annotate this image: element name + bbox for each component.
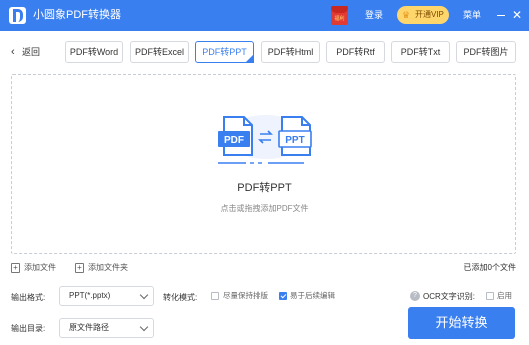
output-format-select[interactable]: PPT(*.pptx) — [59, 286, 154, 306]
pdf-to-ppt-illustration-icon: PDF PPT — [218, 115, 312, 164]
tab-pdf-to-ppt-label: PDF转PPT — [202, 47, 247, 57]
add-folder-label: 添加文件夹 — [88, 263, 128, 272]
easy-edit-label[interactable]: 易于后续编辑 — [290, 291, 335, 301]
menu-button[interactable]: 菜单 — [463, 9, 481, 21]
drop-zone-hint: 点击或拖拽添加PDF文件 — [220, 204, 309, 213]
minimize-icon[interactable] — [497, 15, 505, 16]
checkmark-icon: ✓ — [246, 55, 252, 61]
keep-layout-checkbox[interactable] — [211, 292, 219, 300]
output-dir-value: 原文件路径 — [69, 323, 109, 332]
close-icon[interactable]: ✕ — [512, 8, 522, 22]
convert-mode-label: 转化模式: — [163, 293, 198, 302]
app-logo-icon — [9, 7, 26, 24]
ppt-badge-text: PPT — [285, 135, 304, 146]
chevron-left-icon: ‹ — [11, 46, 15, 58]
output-dir-label: 输出目录: — [11, 324, 46, 333]
start-convert-button[interactable]: 开始转换 — [408, 307, 515, 339]
login-link[interactable]: 登录 — [365, 9, 383, 21]
pdf-badge-text: PDF — [224, 135, 244, 146]
output-dir-select[interactable]: 原文件路径 — [59, 318, 154, 338]
tab-pdf-to-word[interactable]: PDF转Word — [65, 41, 123, 63]
welfare-label: 福利 — [334, 16, 345, 22]
crown-icon: ♛ — [402, 10, 411, 20]
tab-pdf-to-excel[interactable]: PDF转Excel — [130, 41, 189, 63]
file-drop-zone[interactable]: PDF PPT PDF转PPT 点击或拖拽添加PDF文件 — [11, 74, 516, 254]
tab-pdf-to-rtf[interactable]: PDF转Rtf — [326, 41, 385, 63]
output-format-value: PPT(*.pptx) — [69, 291, 111, 300]
drop-zone-title: PDF转PPT — [237, 182, 292, 194]
easy-edit-checkbox[interactable] — [279, 292, 287, 300]
ocr-label: OCR文字识别: — [423, 292, 475, 301]
tab-pdf-to-ppt[interactable]: PDF转PPT ✓ — [195, 41, 254, 63]
open-vip-label: 开通VIP — [415, 10, 444, 19]
keep-layout-label[interactable]: 尽量保持排版 — [223, 291, 268, 301]
help-icon[interactable]: ? — [410, 291, 420, 301]
tab-pdf-to-txt[interactable]: PDF转Txt — [391, 41, 450, 63]
app-title: 小圆象PDF转换器 — [33, 9, 121, 21]
add-file-icon: + — [11, 263, 20, 273]
tab-pdf-to-html[interactable]: PDF转Html — [261, 41, 320, 63]
added-file-count: 已添加0个文件 — [463, 263, 516, 272]
back-label: 返回 — [22, 47, 41, 57]
chevron-down-icon — [139, 290, 149, 300]
output-format-label: 输出格式: — [11, 293, 46, 302]
chevron-down-icon — [139, 322, 149, 332]
tab-pdf-to-image[interactable]: PDF转图片 — [456, 41, 516, 63]
add-folder-icon: + — [75, 263, 84, 273]
ocr-enable-checkbox[interactable] — [486, 292, 494, 300]
welfare-redpacket-icon[interactable]: 福利 — [331, 6, 348, 25]
add-file-label: 添加文件 — [24, 263, 56, 272]
ocr-enable-label[interactable]: 启用 — [497, 291, 512, 301]
open-vip-button[interactable]: ♛ 开通VIP — [397, 6, 449, 24]
title-bar: 小圆象PDF转换器 福利 登录 ♛ 开通VIP 菜单 ✕ — [0, 0, 529, 31]
